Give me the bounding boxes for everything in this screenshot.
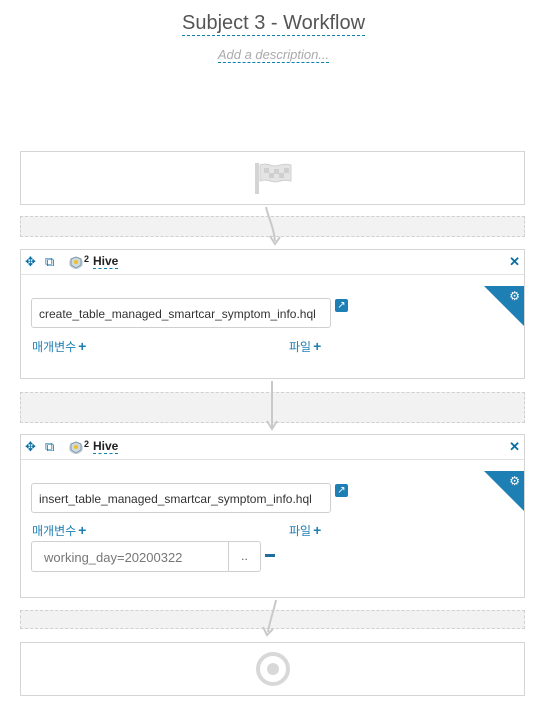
add-file-link[interactable]: 파일 +	[289, 522, 321, 539]
parameter-browse-button[interactable]: ..	[228, 542, 260, 571]
add-file-link[interactable]: 파일 +	[289, 338, 321, 355]
start-node	[20, 151, 525, 205]
gears-icon[interactable]: ⚙	[509, 474, 520, 488]
script-path-field[interactable]: insert_table_managed_smartcar_symptom_in…	[31, 483, 331, 513]
external-link-icon[interactable]: ↗	[335, 299, 348, 312]
parameter-input[interactable]: working_day=20200322 ..	[31, 541, 261, 572]
connector-arrow	[265, 206, 281, 246]
move-icon[interactable]: ✥	[25, 439, 36, 455]
workflow-title[interactable]: Subject 3 - Workflow	[0, 12, 547, 36]
copy-icon[interactable]: ⧉	[45, 254, 54, 270]
close-icon[interactable]: ✕	[509, 439, 520, 455]
external-link-icon[interactable]: ↗	[335, 484, 348, 497]
connector-arrow	[262, 599, 277, 637]
remove-parameter-button[interactable]	[265, 554, 275, 557]
connector-arrow	[266, 381, 278, 431]
close-icon[interactable]: ✕	[509, 254, 520, 270]
flag-icon	[254, 163, 291, 194]
hive-action-node[interactable]: ✥ ⧉ 2 Hive ✕ ⚙ create_table_managed_smar…	[20, 249, 525, 379]
script-path-field[interactable]: create_table_managed_smartcar_symptom_in…	[31, 298, 331, 328]
hive-icon	[69, 256, 83, 269]
action-type-label[interactable]: Hive	[93, 255, 119, 269]
gears-icon[interactable]: ⚙	[509, 289, 520, 303]
action-header: ✥ ⧉ 2 Hive ✕	[21, 250, 524, 275]
workflow-description[interactable]: Add a description...	[0, 46, 547, 64]
action-type-label[interactable]: Hive	[93, 440, 119, 454]
end-node	[20, 642, 525, 696]
hive-icon	[69, 441, 83, 454]
copy-icon[interactable]: ⧉	[45, 439, 54, 455]
move-icon[interactable]: ✥	[25, 254, 36, 270]
add-parameter-link[interactable]: 매개변수 +	[32, 338, 86, 355]
action-badge: 2	[84, 254, 90, 264]
action-badge: 2	[84, 439, 90, 449]
target-icon	[255, 652, 290, 686]
add-parameter-link[interactable]: 매개변수 +	[32, 522, 86, 539]
hive-action-node[interactable]: ✥ ⧉ 2 Hive ✕ ⚙ insert_table_managed_smar…	[20, 434, 525, 598]
action-header: ✥ ⧉ 2 Hive ✕	[21, 435, 524, 460]
